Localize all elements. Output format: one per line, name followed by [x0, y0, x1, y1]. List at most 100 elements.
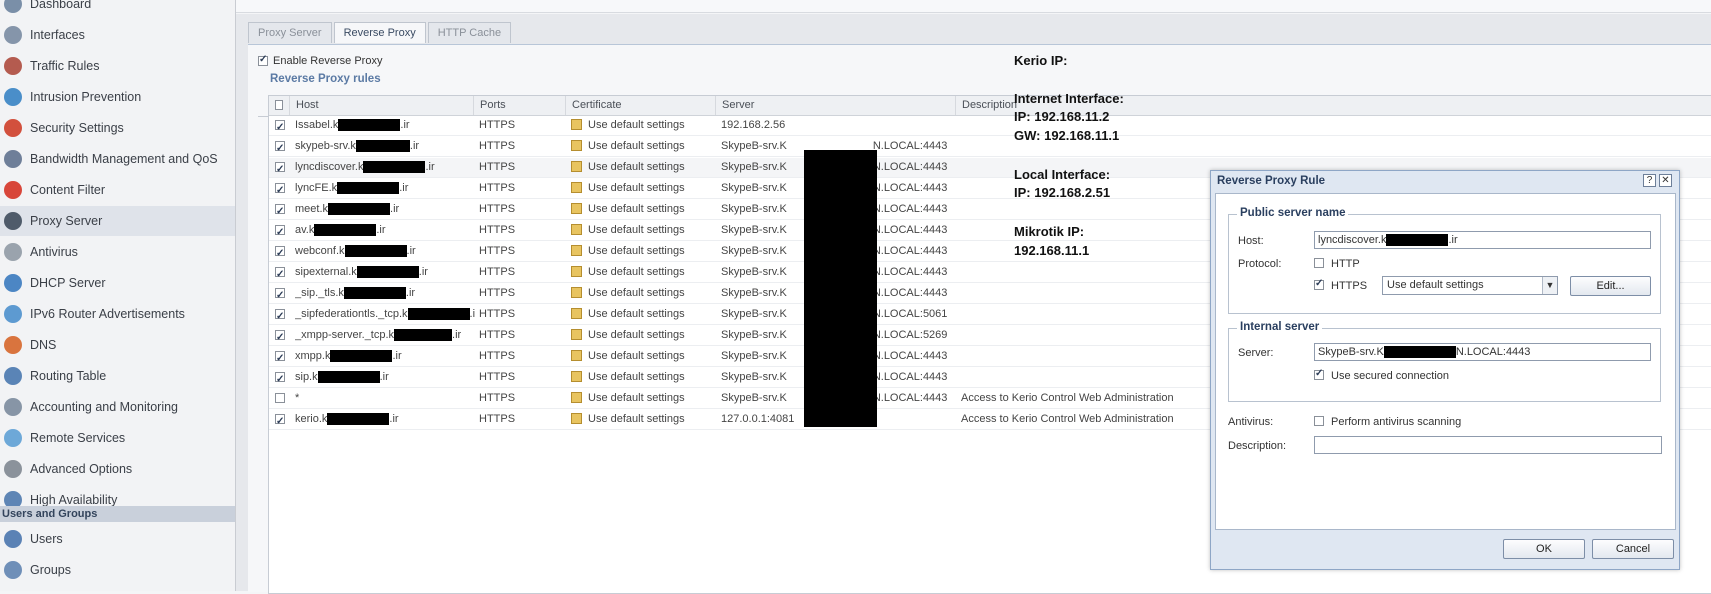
sidebar-item-security-settings[interactable]: Security Settings [0, 113, 235, 143]
row-certificate-label: Use default settings [588, 392, 685, 404]
antivirus-scan-checkbox[interactable] [1314, 416, 1324, 426]
certificate-icon [571, 139, 582, 151]
row-host-suffix: .ir [376, 224, 386, 236]
host-redaction [407, 308, 470, 321]
tab-reverse-proxy[interactable]: Reverse Proxy [333, 22, 426, 43]
internal-server-title: Internal server [1237, 321, 1323, 333]
row-enable-checkbox[interactable] [275, 349, 285, 366]
table-row[interactable]: skypeb-srv.k .ir HTTPS Use default settings… [269, 137, 1711, 157]
cancel-button[interactable]: Cancel [1592, 539, 1674, 559]
row-host-suffix: .ir [389, 413, 399, 425]
sidebar-item-remote-services[interactable]: Remote Services [0, 423, 235, 453]
sidebar-item-intrusion-prevention[interactable]: Intrusion Prevention [0, 82, 235, 112]
column-certificate[interactable]: Certificate [565, 96, 715, 115]
sidebar-item-accounting-and-monitoring[interactable]: Accounting and Monitoring [0, 392, 235, 422]
sidebar-item-users[interactable]: Users [0, 524, 235, 554]
sidebar-item-dns[interactable]: DNS [0, 330, 235, 360]
row-enable-checkbox[interactable] [275, 265, 285, 282]
sidebar-item-bandwidth-management-and-qos[interactable]: Bandwidth Management and QoS [0, 144, 235, 174]
row-enable-checkbox[interactable] [275, 286, 285, 303]
edit-button[interactable]: Edit... [1570, 276, 1651, 296]
row-enable-checkbox[interactable] [275, 139, 285, 156]
row-enable-checkbox[interactable] [275, 223, 285, 240]
sidebar-item-ipv6-router-advertisements[interactable]: IPv6 Router Advertisements [0, 299, 235, 329]
host-redaction [317, 371, 380, 384]
row-certificate: Use default settings [571, 389, 685, 408]
row-certificate: Use default settings [571, 305, 685, 324]
row-ports: HTTPS [479, 371, 516, 383]
row-host: lyncFE.k .ir [295, 179, 475, 198]
row-host: _xmpp-server._tcp.k .ir [295, 326, 475, 345]
sidebar-item-dhcp-server[interactable]: DHCP Server [0, 268, 235, 298]
sidebar-item-label: High Availability [30, 493, 118, 507]
sidebar-item-interfaces[interactable]: Interfaces [0, 20, 235, 50]
host-input[interactable]: lyncdiscover.k .ir [1314, 231, 1651, 249]
tab-http-cache[interactable]: HTTP Cache [427, 22, 512, 43]
row-host: _sipfederationtls._tcp.k .ir [295, 305, 475, 324]
host-redaction [330, 350, 393, 363]
sidebar-item-content-filter[interactable]: Content Filter [0, 175, 235, 205]
row-description: Access to Kerio Control Web Administrati… [961, 413, 1174, 425]
row-certificate-label: Use default settings [588, 329, 685, 341]
http-checkbox[interactable] [1314, 258, 1324, 268]
row-enable-checkbox[interactable] [275, 118, 285, 135]
row-enable-checkbox[interactable] [275, 370, 285, 387]
ok-button[interactable]: OK [1503, 539, 1585, 559]
certificate-icon [571, 391, 582, 403]
filter-icon [4, 181, 22, 199]
proxy-icon [4, 212, 22, 230]
row-host-suffix: .ir [469, 308, 475, 320]
sidebar-item-groups[interactable]: Groups [0, 555, 235, 585]
https-checkbox[interactable] [1314, 278, 1324, 290]
help-icon[interactable]: ? [1643, 174, 1656, 187]
row-host: Issabel.k .ir [295, 116, 475, 135]
column-server[interactable]: Server [715, 96, 955, 115]
certificate-icon [571, 412, 582, 424]
row-host-suffix: .ir [409, 140, 420, 152]
row-certificate-label: Use default settings [588, 224, 685, 236]
column-host[interactable]: Host [289, 96, 473, 115]
sidebar-item-routing-table[interactable]: Routing Table [0, 361, 235, 391]
row-enable-checkbox[interactable] [275, 393, 285, 404]
row-host: xmpp.k .ir [295, 347, 475, 366]
row-enable-checkbox[interactable] [275, 181, 285, 198]
row-certificate: Use default settings [571, 347, 685, 366]
cloud-icon [4, 429, 22, 447]
close-icon[interactable]: ✕ [1659, 174, 1672, 187]
rules-title: Reverse Proxy rules [270, 73, 381, 85]
row-server-suffix: N.LOCAL:5269 [872, 329, 948, 341]
sidebar-item-antivirus[interactable]: Antivirus [0, 237, 235, 267]
row-server-prefix: SkypeB-srv.K [721, 203, 787, 215]
row-server-prefix: SkypeB-srv.K [721, 308, 787, 320]
row-host-suffix: .ir [390, 203, 400, 215]
sidebar-item-dashboard[interactable]: Dashboard [0, 0, 235, 19]
row-enable-checkbox[interactable] [275, 160, 285, 177]
server-input[interactable]: SkypeB-srv.K N.LOCAL:4443 [1314, 343, 1651, 361]
select-all-column[interactable] [269, 96, 289, 115]
row-enable-checkbox[interactable] [275, 244, 285, 261]
sidebar-item-label: Traffic Rules [30, 59, 100, 73]
sidebar-item-advanced-options[interactable]: Advanced Options [0, 454, 235, 484]
row-certificate: Use default settings [571, 242, 685, 261]
row-enable-checkbox[interactable] [275, 412, 285, 429]
enable-reverse-proxy-checkbox[interactable] [258, 54, 268, 66]
row-enable-checkbox[interactable] [275, 202, 285, 219]
row-ports: HTTPS [479, 392, 516, 404]
interfaces-icon [4, 26, 22, 44]
secured-connection-checkbox[interactable] [1314, 368, 1324, 380]
column-ports[interactable]: Ports [473, 96, 565, 115]
dashboard-icon [4, 0, 22, 13]
sidebar-item-traffic-rules[interactable]: Traffic Rules [0, 51, 235, 81]
row-enable-checkbox[interactable] [275, 307, 285, 324]
row-enable-checkbox[interactable] [275, 328, 285, 345]
description-input[interactable] [1314, 436, 1662, 454]
certificate-select[interactable]: Use default settings ▼ [1382, 276, 1558, 295]
table-row[interactable]: Issabel.k .ir HTTPS Use default settings 192… [269, 116, 1711, 136]
row-host: sipexternal.k .ir [295, 263, 475, 282]
sidebar-item-label: Accounting and Monitoring [30, 400, 179, 414]
sidebar-item-proxy-server[interactable]: Proxy Server [0, 206, 235, 236]
tab-proxy-server[interactable]: Proxy Server [248, 22, 332, 43]
row-host-suffix: .ir [418, 266, 428, 278]
row-host-prefix: Issabel.k [295, 119, 339, 131]
dialog-title: Reverse Proxy Rule [1217, 175, 1326, 187]
